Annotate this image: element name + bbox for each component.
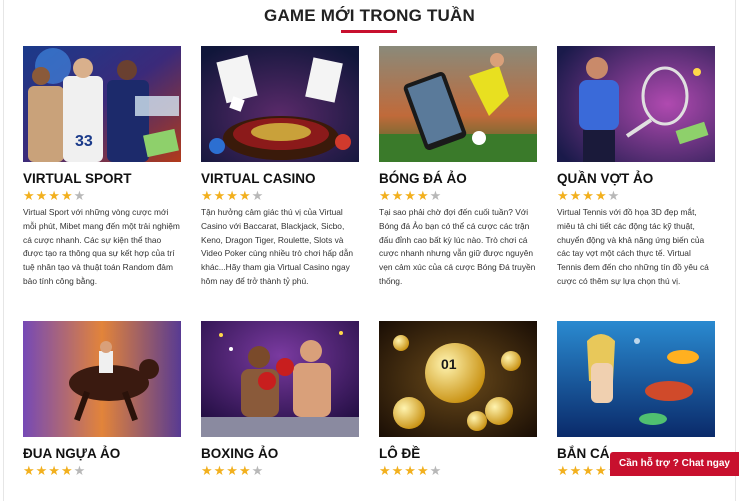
star-empty-icon: ★ [251, 188, 265, 203]
card-description: Tận hưởng cảm giác thú vị của Virtual Ca… [201, 207, 354, 286]
star-icon: ★★★★ [379, 188, 430, 203]
left-divider [3, 0, 4, 501]
football-players-image[interactable]: 33 [23, 46, 181, 162]
star-icon: ★★★★ [379, 463, 430, 478]
star-icon: ★★★★ [557, 463, 608, 478]
star-rating: ★★★★★ [23, 189, 181, 203]
card-title[interactable]: BOXING ẢO [201, 445, 359, 462]
game-card-lo-de[interactable]: 01 LÔ ĐỀ ★★★★★ [379, 321, 537, 478]
virtual-football-image[interactable] [379, 46, 537, 162]
star-empty-icon: ★ [429, 188, 443, 203]
game-card-bong-da-ao[interactable]: BÓNG ĐÁ ẢO ★★★★★ Tại sao phải chờ đợi đế… [379, 46, 537, 289]
casino-roulette-image[interactable] [201, 46, 359, 162]
game-card-quan-vot-ao[interactable]: QUẦN VỢT ẢO ★★★★★ Virtual Tennis với đồ … [557, 46, 715, 289]
card-title[interactable]: ĐUA NGỰA ẢO [23, 445, 181, 462]
star-empty-icon: ★ [429, 463, 443, 478]
game-card-virtual-casino[interactable]: VIRTUAL CASINO ★★★★★ Tận hưởng cảm giác … [201, 46, 359, 289]
star-icon: ★★★★ [23, 188, 74, 203]
card-title[interactable]: LÔ ĐỀ [379, 445, 537, 462]
card-description: Virtual Sport với những vòng cược mới mỗ… [23, 207, 180, 286]
star-empty-icon: ★ [251, 463, 265, 478]
horse-racing-image[interactable] [23, 321, 181, 437]
card-description: Virtual Tennis với đồ họa 3D đẹp mắt, mi… [557, 207, 709, 286]
game-card-boxing-ao[interactable]: BOXING ẢO ★★★★★ [201, 321, 359, 478]
star-icon: ★★★★ [201, 463, 252, 478]
star-rating: ★★★★★ [557, 189, 715, 203]
tennis-player-image[interactable] [557, 46, 715, 162]
card-title[interactable]: VIRTUAL SPORT [23, 170, 181, 187]
game-card-dua-ngua-ao[interactable]: ĐUA NGỰA ẢO ★★★★★ [23, 321, 181, 478]
star-rating: ★★★★★ [201, 189, 359, 203]
svg-text:33: 33 [75, 133, 93, 150]
star-empty-icon: ★ [607, 188, 621, 203]
star-icon: ★★★★ [201, 188, 252, 203]
star-rating: ★★★★★ [379, 189, 537, 203]
card-description: Tại sao phải chờ đợi đến cuối tuần? Với … [379, 207, 536, 286]
svg-text:01: 01 [441, 356, 457, 372]
fish-shooting-image[interactable] [557, 321, 715, 437]
card-title[interactable]: VIRTUAL CASINO [201, 170, 359, 187]
lottery-balls-image[interactable]: 01 [379, 321, 537, 437]
game-card-virtual-sport[interactable]: 33 VIRTUAL SPORT ★★★★★ Virtual Sport với… [23, 46, 181, 289]
chat-support-button[interactable]: Cần hỗ trợ ? Chat ngay [610, 452, 739, 476]
star-empty-icon: ★ [73, 188, 87, 203]
star-rating: ★★★★★ [23, 464, 181, 478]
card-title[interactable]: QUẦN VỢT ẢO [557, 170, 715, 187]
title-underline [341, 30, 397, 33]
boxing-image[interactable] [201, 321, 359, 437]
star-icon: ★★★★ [557, 188, 608, 203]
card-title[interactable]: BÓNG ĐÁ ẢO [379, 170, 537, 187]
star-icon: ★★★★ [23, 463, 74, 478]
right-divider [735, 0, 736, 501]
star-rating: ★★★★★ [379, 464, 537, 478]
star-empty-icon: ★ [73, 463, 87, 478]
star-rating: ★★★★★ [201, 464, 359, 478]
section-title: GAME MỚI TRONG TUẦN [264, 6, 475, 25]
